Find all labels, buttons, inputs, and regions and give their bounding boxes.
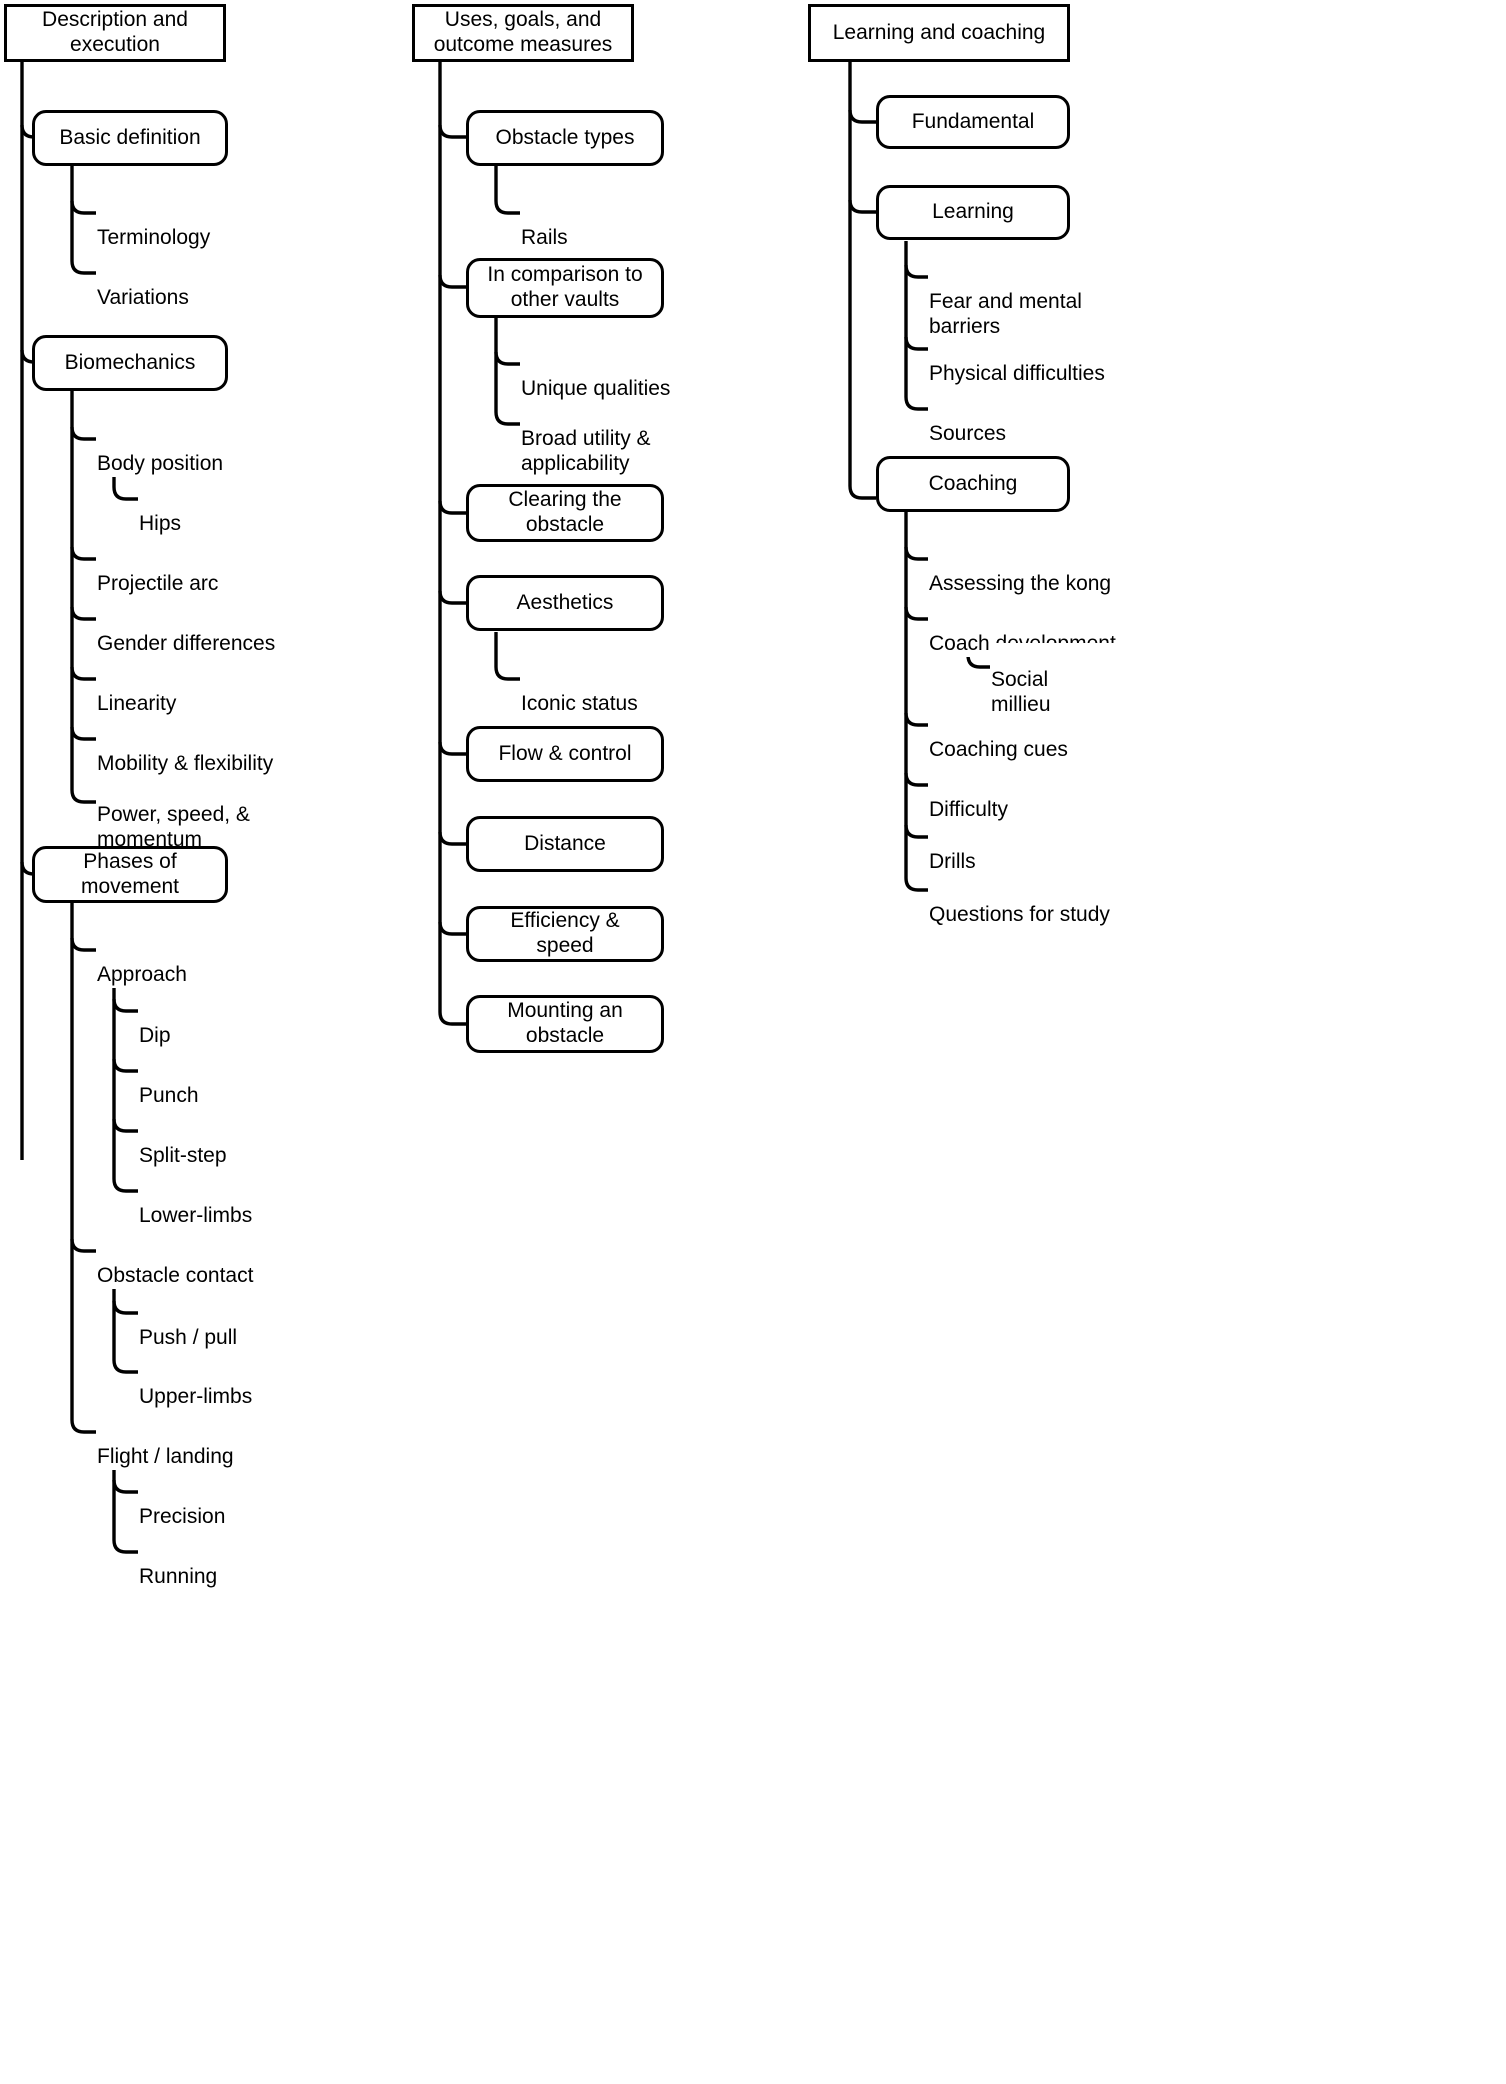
leaf-split-step[interactable]: Split-step xyxy=(138,1119,338,1169)
root-label: Learning and coaching xyxy=(832,20,1046,44)
branch-label: Clearing the obstacle xyxy=(508,488,622,536)
leaf-terminology[interactable]: Terminology xyxy=(96,201,296,251)
mindmap-canvas: Description and execution Basic definiti… xyxy=(0,0,1506,2084)
leaf-assessing-the-kong[interactable]: Assessing the kong xyxy=(928,547,1158,597)
leaf-unique-qualities[interactable]: Unique qualities xyxy=(520,352,740,402)
branch-label: Flow & control xyxy=(498,741,632,765)
branch-node-coaching[interactable]: Coaching xyxy=(876,456,1070,512)
branch-label: Aesthetics xyxy=(516,590,614,614)
root-node-description-and-execution[interactable]: Description and execution xyxy=(4,4,226,62)
leaf-drills[interactable]: Drills xyxy=(928,825,1128,875)
branch-label: Basic definition xyxy=(59,125,201,149)
leaf-push-pull[interactable]: Push / pull xyxy=(138,1301,338,1351)
leaf-projectile-arc[interactable]: Projectile arc xyxy=(96,547,316,597)
branch-node-clearing-the-obstacle[interactable]: Clearing the obstacle xyxy=(466,484,664,542)
branch-node-in-comparison-to-other-vaults[interactable]: In comparison to other vaults xyxy=(466,258,664,318)
branch-node-mounting-an-obstacle[interactable]: Mounting an obstacle xyxy=(466,995,664,1053)
leaf-broad-utility-applicability[interactable]: Broad utility & applicability xyxy=(520,402,720,477)
root-label: Uses, goals, and outcome measures xyxy=(433,8,613,56)
root-node-learning-and-coaching[interactable]: Learning and coaching xyxy=(808,4,1070,62)
leaf-gender-differences[interactable]: Gender differences xyxy=(96,607,346,657)
leaf-hips[interactable]: Hips xyxy=(138,487,338,537)
leaf-running[interactable]: Running xyxy=(138,1540,338,1590)
leaf-mobility-flexibility[interactable]: Mobility & flexibility xyxy=(96,727,356,777)
root-label: Description and execution xyxy=(42,8,188,56)
leaf-flight-landing[interactable]: Flight / landing xyxy=(96,1420,336,1470)
leaf-sources[interactable]: Sources xyxy=(928,397,1128,447)
leaf-power-speed-momentum[interactable]: Power, speed, & momentum xyxy=(96,778,296,853)
branch-node-fundamental[interactable]: Fundamental xyxy=(876,95,1070,149)
leaf-upper-limbs[interactable]: Upper-limbs xyxy=(138,1360,338,1410)
branch-label: Efficiency & speed xyxy=(510,909,620,957)
branch-label: In comparison to other vaults xyxy=(487,263,643,311)
branch-node-phases-of-movement[interactable]: Phases of movement xyxy=(32,846,228,903)
branch-label: Biomechanics xyxy=(64,350,196,374)
leaf-variations[interactable]: Variations xyxy=(96,261,296,311)
root-node-uses-goals-outcome-measures[interactable]: Uses, goals, and outcome measures xyxy=(412,4,634,62)
leaf-obstacle-contact[interactable]: Obstacle contact xyxy=(96,1239,336,1289)
branch-node-learning[interactable]: Learning xyxy=(876,185,1070,240)
leaf-physical-difficulties[interactable]: Physical difficulties xyxy=(928,337,1148,387)
branch-label: Coaching xyxy=(928,471,1018,495)
branch-node-aesthetics[interactable]: Aesthetics xyxy=(466,575,664,631)
branch-label: Mounting an obstacle xyxy=(507,999,623,1047)
leaf-iconic-status[interactable]: Iconic status xyxy=(520,667,740,717)
branch-label: Distance xyxy=(524,831,606,855)
branch-node-obstacle-types[interactable]: Obstacle types xyxy=(466,110,664,166)
branch-node-flow-control[interactable]: Flow & control xyxy=(466,726,664,782)
leaf-coaching-cues[interactable]: Coaching cues xyxy=(928,713,1148,763)
branch-node-distance[interactable]: Distance xyxy=(466,816,664,872)
branch-label: Fundamental xyxy=(911,109,1035,133)
branch-node-efficiency-speed[interactable]: Efficiency & speed xyxy=(466,906,664,962)
leaf-approach[interactable]: Approach xyxy=(96,938,296,988)
leaf-linearity[interactable]: Linearity xyxy=(96,667,316,717)
leaf-social-millieu[interactable]: Social millieu xyxy=(990,643,1150,718)
branch-node-biomechanics[interactable]: Biomechanics xyxy=(32,335,228,391)
leaf-dip[interactable]: Dip xyxy=(138,999,338,1049)
leaf-precision[interactable]: Precision xyxy=(138,1480,338,1530)
branch-label: Phases of movement xyxy=(80,849,180,898)
branch-node-basic-definition[interactable]: Basic definition xyxy=(32,110,228,166)
leaf-questions-for-study[interactable]: Questions for study xyxy=(928,878,1168,928)
leaf-fear-and-mental-barriers[interactable]: Fear and mental barriers xyxy=(928,265,1128,340)
leaf-body-position[interactable]: Body position xyxy=(96,427,296,477)
branch-label: Obstacle types xyxy=(495,125,635,149)
leaf-punch[interactable]: Punch xyxy=(138,1059,338,1109)
leaf-rails[interactable]: Rails xyxy=(520,201,720,251)
leaf-lower-limbs[interactable]: Lower-limbs xyxy=(138,1179,338,1229)
branch-label: Learning xyxy=(932,200,1014,224)
leaf-difficulty[interactable]: Difficulty xyxy=(928,773,1128,823)
